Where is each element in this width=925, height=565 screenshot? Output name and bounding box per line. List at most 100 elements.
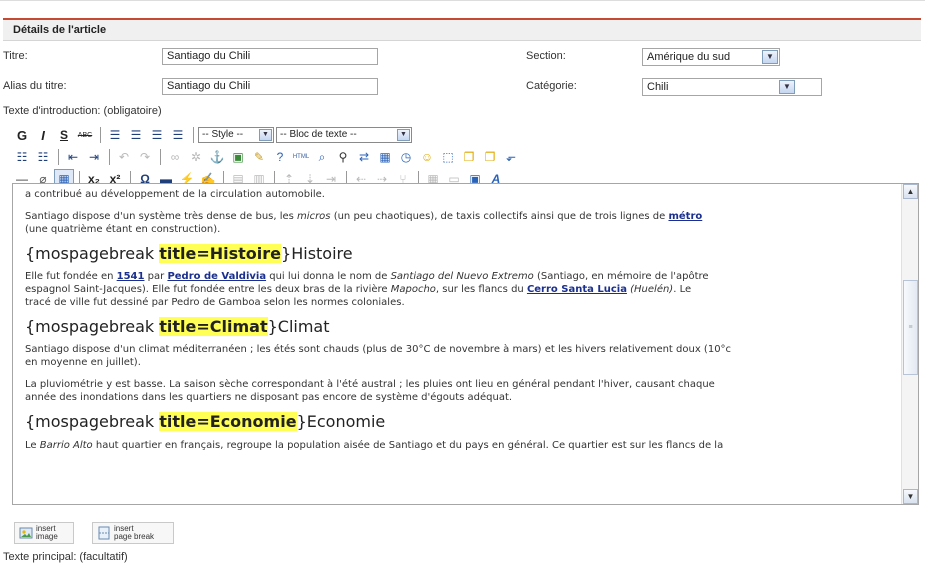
paragraph: Santiago dispose d'un climat méditerrané… bbox=[25, 343, 889, 369]
align-left-icon[interactable]: ☰ bbox=[105, 125, 125, 145]
find-replace-icon[interactable]: ⚲ bbox=[333, 147, 353, 167]
block-format-select-value: -- Bloc de texte -- bbox=[280, 129, 357, 140]
category-select[interactable]: Chili ▼ bbox=[642, 78, 822, 96]
editor-toolbar-row-1: G I S ABC ☰ ☰ ☰ ☰ -- Style -- ▼ -- Bloc … bbox=[12, 124, 414, 146]
text: . Le bbox=[673, 284, 692, 295]
alias-label: Alias du titre: bbox=[3, 80, 67, 92]
underline-button[interactable]: S bbox=[54, 125, 74, 145]
replace-icon[interactable]: ⇄ bbox=[354, 147, 374, 167]
html-source-icon[interactable]: HTML bbox=[291, 147, 311, 167]
align-center-icon[interactable]: ☰ bbox=[126, 125, 146, 145]
text: La pluviométrie y est basse. La saison s… bbox=[25, 379, 715, 390]
insert-page-break-label: insert page break bbox=[114, 525, 154, 541]
copy-icon[interactable]: ❐ bbox=[459, 147, 479, 167]
redo-icon[interactable]: ↷ bbox=[135, 147, 155, 167]
emoticon-icon[interactable]: ☺ bbox=[417, 147, 437, 167]
cleanup-icon[interactable]: ✎ bbox=[249, 147, 269, 167]
alias-input[interactable]: Santiago du Chili bbox=[162, 78, 378, 95]
valdivia-link[interactable]: Pedro de Valdivia bbox=[167, 271, 266, 282]
chevron-down-icon[interactable]: ▼ bbox=[259, 129, 272, 141]
editor-scrollbar[interactable]: ▲ ≡ ▼ bbox=[901, 184, 918, 504]
toolbar-separator bbox=[193, 127, 194, 143]
year-link[interactable]: 1541 bbox=[117, 271, 145, 282]
text: a contribué au développement de la circu… bbox=[25, 189, 325, 200]
scroll-down-icon[interactable]: ▼ bbox=[903, 489, 918, 504]
align-justify-icon[interactable]: ☰ bbox=[168, 125, 188, 145]
highlight: title=Climat bbox=[159, 317, 268, 336]
paragraph: a contribué au développement de la circu… bbox=[25, 188, 889, 201]
text: (Huelén) bbox=[626, 284, 674, 295]
text: {mospagebreak bbox=[25, 244, 160, 263]
image-icon[interactable]: ▣ bbox=[228, 147, 248, 167]
text: Elle fut fondée en bbox=[25, 271, 117, 282]
align-right-icon[interactable]: ☰ bbox=[147, 125, 167, 145]
bold-button[interactable]: G bbox=[12, 125, 32, 145]
text: espagnol Saint-Jacques). Elle fut fondée… bbox=[25, 284, 391, 295]
anchor-icon[interactable]: ⚓ bbox=[207, 147, 227, 167]
insert-image-button[interactable]: insert image bbox=[14, 522, 74, 544]
bullet-list-icon[interactable]: ☷ bbox=[12, 147, 32, 167]
numbered-list-icon[interactable]: ☷ bbox=[33, 147, 53, 167]
help-icon[interactable]: ? bbox=[270, 147, 290, 167]
text: Barrio Alto bbox=[39, 440, 93, 451]
text: haut quartier en français, regroupe la p… bbox=[92, 440, 724, 451]
editor-content[interactable]: a contribué au développement de la circu… bbox=[13, 184, 901, 452]
category-label: Catégorie: bbox=[526, 80, 577, 92]
section-select-value: Amérique du sud bbox=[647, 51, 731, 63]
text: (Santiago, en mémoire de l'apôtre bbox=[533, 271, 709, 282]
cerro-link[interactable]: Cerro Santa Lucia bbox=[527, 284, 627, 295]
toolbar-separator bbox=[100, 127, 101, 143]
insert-image-label: insert image bbox=[36, 525, 58, 541]
text: }Climat bbox=[267, 317, 330, 336]
page-break-heading: {mospagebreak title=Climat}Climat bbox=[25, 317, 889, 337]
chevron-down-icon[interactable]: ▼ bbox=[762, 50, 778, 64]
scroll-thumb[interactable]: ≡ bbox=[903, 280, 918, 375]
strikethrough-button[interactable]: ABC bbox=[75, 125, 95, 145]
date-icon[interactable]: ▦ bbox=[375, 147, 395, 167]
paste-icon[interactable]: ❐ bbox=[480, 147, 500, 167]
text: micros bbox=[297, 211, 331, 222]
page-break-heading: {mospagebreak title=Histoire}Histoire bbox=[25, 244, 889, 264]
media-icon[interactable]: ⬚ bbox=[438, 147, 458, 167]
chevron-down-icon[interactable]: ▼ bbox=[779, 80, 795, 94]
section-select[interactable]: Amérique du sud ▼ bbox=[642, 48, 780, 66]
rich-text-editor[interactable]: a contribué au développement de la circu… bbox=[12, 183, 919, 505]
text: , sur les flancs du bbox=[435, 284, 527, 295]
text: par bbox=[144, 271, 168, 282]
paragraph: La pluviométrie y est basse. La saison s… bbox=[25, 378, 889, 404]
text: (un peu chaotiques), de taxis collectifs… bbox=[330, 211, 669, 222]
text: Mapocho bbox=[390, 284, 436, 295]
title-input[interactable]: Santiago du Chili bbox=[162, 48, 378, 65]
intro-text-label: Texte d'introduction: (obligatoire) bbox=[3, 105, 162, 117]
outdent-icon[interactable]: ⇤ bbox=[63, 147, 83, 167]
italic-button[interactable]: I bbox=[33, 125, 53, 145]
scroll-up-icon[interactable]: ▲ bbox=[903, 184, 918, 199]
metro-link[interactable]: métro bbox=[668, 211, 702, 222]
style-select[interactable]: -- Style -- ▼ bbox=[198, 127, 274, 143]
main-text-label: Texte principal: (facultatif) bbox=[3, 551, 128, 563]
page-break-icon bbox=[97, 526, 111, 540]
indent-icon[interactable]: ⇥ bbox=[84, 147, 104, 167]
chevron-down-icon[interactable]: ▼ bbox=[397, 129, 410, 141]
title-label: Titre: bbox=[3, 50, 28, 62]
page-break-heading: {mospagebreak title=Economie}Economie bbox=[25, 412, 889, 432]
paragraph: Elle fut fondée en 1541 par Pedro de Val… bbox=[25, 270, 889, 309]
top-divider bbox=[0, 0, 925, 1]
find-icon[interactable]: ⌕ bbox=[312, 147, 332, 167]
time-icon[interactable]: ◷ bbox=[396, 147, 416, 167]
panel-title: Détails de l'article bbox=[3, 20, 921, 41]
insert-page-break-button[interactable]: insert page break bbox=[92, 522, 174, 544]
text: tracé de ville fut dessiné par Pedro de … bbox=[25, 297, 405, 308]
highlight: title=Economie bbox=[159, 412, 297, 431]
text: qui lui donna le nom de bbox=[266, 271, 391, 282]
unlink-icon[interactable]: ✲ bbox=[186, 147, 206, 167]
fullscreen-icon[interactable]: ⬐ bbox=[501, 147, 521, 167]
text: Santiago dispose d'un climat méditerrané… bbox=[25, 344, 732, 355]
text: année des inondations dans les quartiers… bbox=[25, 392, 513, 403]
block-format-select[interactable]: -- Bloc de texte -- ▼ bbox=[276, 127, 412, 143]
highlight: title=Histoire bbox=[159, 244, 282, 263]
editor-toolbar-row-2: ☷ ☷ ⇤ ⇥ ↶ ↷ ∞ ✲ ⚓ ▣ ✎ ? HTML ⌕ ⚲ ⇄ ▦ ◷ ☺… bbox=[12, 146, 522, 168]
undo-icon[interactable]: ↶ bbox=[114, 147, 134, 167]
text: }Economie bbox=[296, 412, 386, 431]
link-icon[interactable]: ∞ bbox=[165, 147, 185, 167]
